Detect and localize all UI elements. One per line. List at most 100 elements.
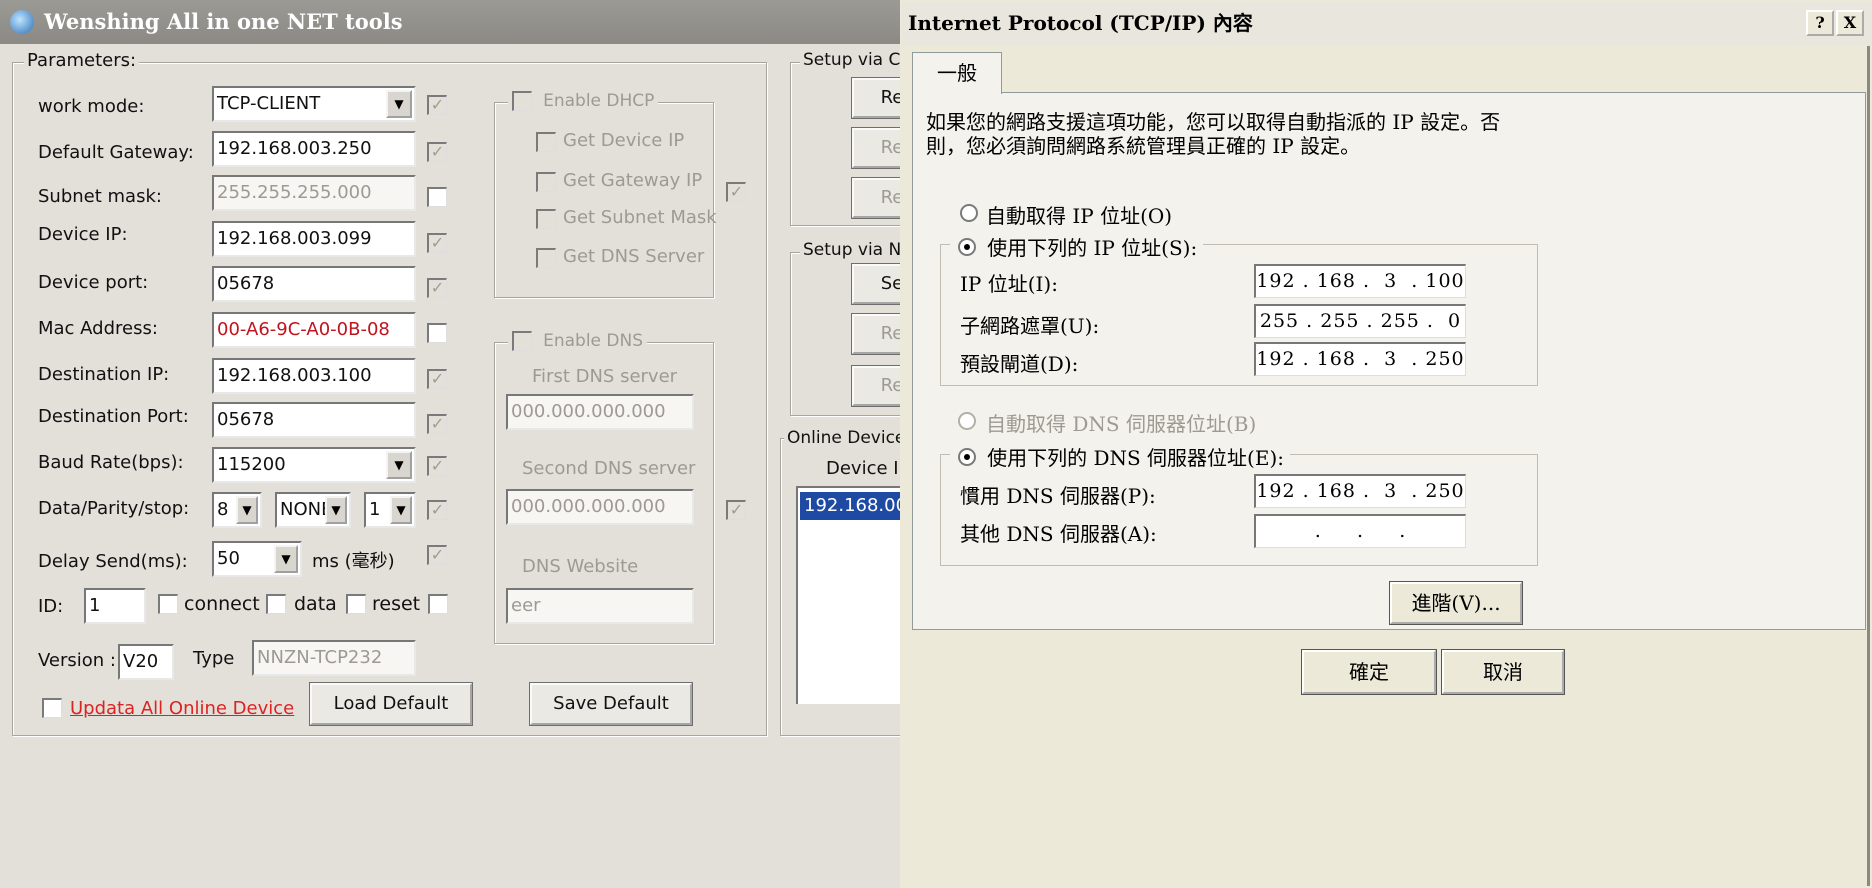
main-title: Wenshing All in one NET tools xyxy=(44,9,403,34)
device-ip-input[interactable]: 192.168.003.099 xyxy=(212,221,416,257)
first-dns-input[interactable]: 000.000.000.000 xyxy=(506,394,694,430)
help-button[interactable]: ? xyxy=(1806,10,1834,36)
dialog-title: Internet Protocol (TCP/IP) 內容 xyxy=(908,11,1253,35)
manual-dns-radio[interactable] xyxy=(958,447,976,466)
auto-ip-radio[interactable] xyxy=(960,204,978,222)
auto-ip-label: 自動取得 IP 位址(O) xyxy=(986,204,1173,228)
chevron-down-icon[interactable]: ▼ xyxy=(325,496,347,524)
mac-address-input[interactable]: 00-A6-9C-A0-0B-08 xyxy=(212,312,416,348)
auto-dns-label: 自動取得 DNS 伺服器位址(B) xyxy=(986,412,1257,436)
get-dns-server-label: Get DNS Server xyxy=(563,246,705,267)
app-icon xyxy=(10,10,34,34)
subnet-mask-input[interactable]: 255.255.255.000 xyxy=(212,175,416,211)
dhcp-legend: Enable DHCP xyxy=(508,90,659,111)
reset-label: reset xyxy=(372,593,421,615)
close-button[interactable]: X xyxy=(1836,10,1864,36)
default-gateway-label: 預設閘道(D): xyxy=(960,352,1079,376)
parity-select[interactable]: NONE ▼ xyxy=(275,492,351,528)
first-dns-label: First DNS server xyxy=(532,366,678,387)
baud-rate-label: Baud Rate(bps): xyxy=(38,452,184,473)
setup-com-legend: Setup via C xyxy=(800,50,904,70)
stop-bits-select[interactable]: 1 ▼ xyxy=(364,492,416,528)
type-input[interactable]: NNZN-TCP232 xyxy=(252,640,416,676)
get-gateway-ip-label: Get Gateway IP xyxy=(563,170,703,191)
chevron-down-icon[interactable]: ▼ xyxy=(386,90,412,118)
destination-ip-checkbox[interactable]: ✓ xyxy=(427,369,447,389)
chevron-down-icon[interactable]: ▼ xyxy=(236,496,258,524)
id-label: ID: xyxy=(38,596,64,617)
delay-send-label: Delay Send(ms): xyxy=(38,551,188,572)
default-gateway-field[interactable]: 192 . 168 . 3 . 250 xyxy=(1254,342,1466,376)
preferred-dns-label: 慣用 DNS 伺服器(P): xyxy=(960,484,1156,508)
save-default-button[interactable]: Save Default xyxy=(529,682,693,726)
enable-dns-checkbox[interactable] xyxy=(512,330,532,351)
device-ip-column-header: Device IP xyxy=(826,458,910,479)
chevron-down-icon[interactable]: ▼ xyxy=(274,545,298,573)
destination-port-label: Destination Port: xyxy=(38,406,189,427)
update-all-link[interactable]: Updata All Online Device xyxy=(70,698,294,719)
tcpip-properties-dialog: Internet Protocol (TCP/IP) 內容 ? X 一般 如果您… xyxy=(900,0,1872,888)
data-checkbox[interactable] xyxy=(266,594,286,614)
destination-port-checkbox[interactable]: ✓ xyxy=(427,414,447,434)
enable-dhcp-checkbox[interactable] xyxy=(512,90,532,111)
get-dns-server-checkbox[interactable] xyxy=(536,248,556,268)
advanced-button[interactable]: 進階(V)... xyxy=(1389,581,1523,625)
chevron-down-icon[interactable]: ▼ xyxy=(386,451,412,479)
subnet-mask-checkbox[interactable] xyxy=(427,187,447,207)
cancel-button[interactable]: 取消 xyxy=(1441,649,1565,695)
subnet-mask-label: 子網路遮罩(U): xyxy=(960,314,1100,338)
version-label: Version : xyxy=(38,650,116,671)
data-parity-stop-checkbox[interactable]: ✓ xyxy=(427,500,447,520)
alternate-dns-field[interactable]: . . . xyxy=(1254,514,1466,548)
baud-rate-select[interactable]: 115200 ▼ xyxy=(212,447,416,483)
id-checkbox[interactable] xyxy=(428,594,448,614)
ok-button[interactable]: 確定 xyxy=(1301,649,1437,695)
description-line-2: 則，您必須詢問網路系統管理員正確的 IP 設定。 xyxy=(926,134,1361,158)
data-bits-select[interactable]: 8 ▼ xyxy=(212,492,262,528)
dhcp-side-checkbox[interactable]: ✓ xyxy=(726,182,746,202)
manual-dns-label: 使用下列的 DNS 伺服器位址(E): xyxy=(987,446,1284,470)
load-default-button[interactable]: Load Default xyxy=(309,682,473,726)
manual-ip-radio[interactable] xyxy=(958,237,976,256)
second-dns-input[interactable]: 000.000.000.000 xyxy=(506,489,694,525)
update-all-checkbox[interactable] xyxy=(42,698,62,718)
preferred-dns-field[interactable]: 192 . 168 . 3 . 250 xyxy=(1254,474,1466,508)
id-input[interactable]: 1 xyxy=(84,588,146,624)
online-device-list[interactable]: 192.168.003 xyxy=(796,486,924,704)
dns-side-checkbox[interactable]: ✓ xyxy=(726,500,746,520)
connect-checkbox[interactable] xyxy=(158,594,178,614)
delay-send-unit: ms (毫秒) xyxy=(312,551,395,572)
ip-address-label: IP 位址(I): xyxy=(960,272,1058,296)
get-subnet-mask-checkbox[interactable] xyxy=(536,209,556,229)
destination-port-input[interactable]: 05678 xyxy=(212,402,416,438)
work-mode-checkbox[interactable]: ✓ xyxy=(427,95,447,115)
default-gateway-input[interactable]: 192.168.003.250 xyxy=(212,131,416,167)
data-label: data xyxy=(294,593,337,615)
data-parity-stop-label: Data/Parity/stop: xyxy=(38,498,190,519)
device-port-input[interactable]: 05678 xyxy=(212,266,416,302)
get-device-ip-checkbox[interactable] xyxy=(536,132,556,152)
ip-address-field[interactable]: 192 . 168 . 3 . 100 xyxy=(1254,264,1466,298)
mac-address-checkbox[interactable] xyxy=(427,323,447,343)
work-mode-select[interactable]: TCP-CLIENT ▼ xyxy=(212,86,416,122)
baud-rate-checkbox[interactable]: ✓ xyxy=(427,456,447,476)
manual-ip-label: 使用下列的 IP 位址(S): xyxy=(987,236,1198,260)
tab-general[interactable]: 一般 xyxy=(912,52,1002,94)
delay-send-checkbox[interactable]: ✓ xyxy=(427,545,447,565)
get-gateway-ip-checkbox[interactable] xyxy=(536,172,556,192)
destination-ip-input[interactable]: 192.168.003.100 xyxy=(212,358,416,394)
dns-legend: Enable DNS xyxy=(508,330,648,351)
setup-net-legend: Setup via NI xyxy=(800,240,910,260)
chevron-down-icon[interactable]: ▼ xyxy=(390,496,412,524)
subnet-mask-field[interactable]: 255 . 255 . 255 . 0 xyxy=(1254,304,1466,338)
get-subnet-mask-label: Get Subnet Mask xyxy=(563,207,717,228)
dns-website-input[interactable]: eer xyxy=(506,588,694,624)
version-input[interactable]: V20 xyxy=(118,644,174,680)
default-gateway-checkbox[interactable]: ✓ xyxy=(427,142,447,162)
device-port-checkbox[interactable]: ✓ xyxy=(427,278,447,298)
device-ip-checkbox[interactable]: ✓ xyxy=(427,233,447,253)
auto-dns-radio[interactable] xyxy=(958,412,976,430)
delay-send-select[interactable]: 50 ▼ xyxy=(212,541,302,577)
dialog-title-bar[interactable]: Internet Protocol (TCP/IP) 內容 ? X xyxy=(902,2,1872,46)
reset-checkbox[interactable] xyxy=(346,594,366,614)
